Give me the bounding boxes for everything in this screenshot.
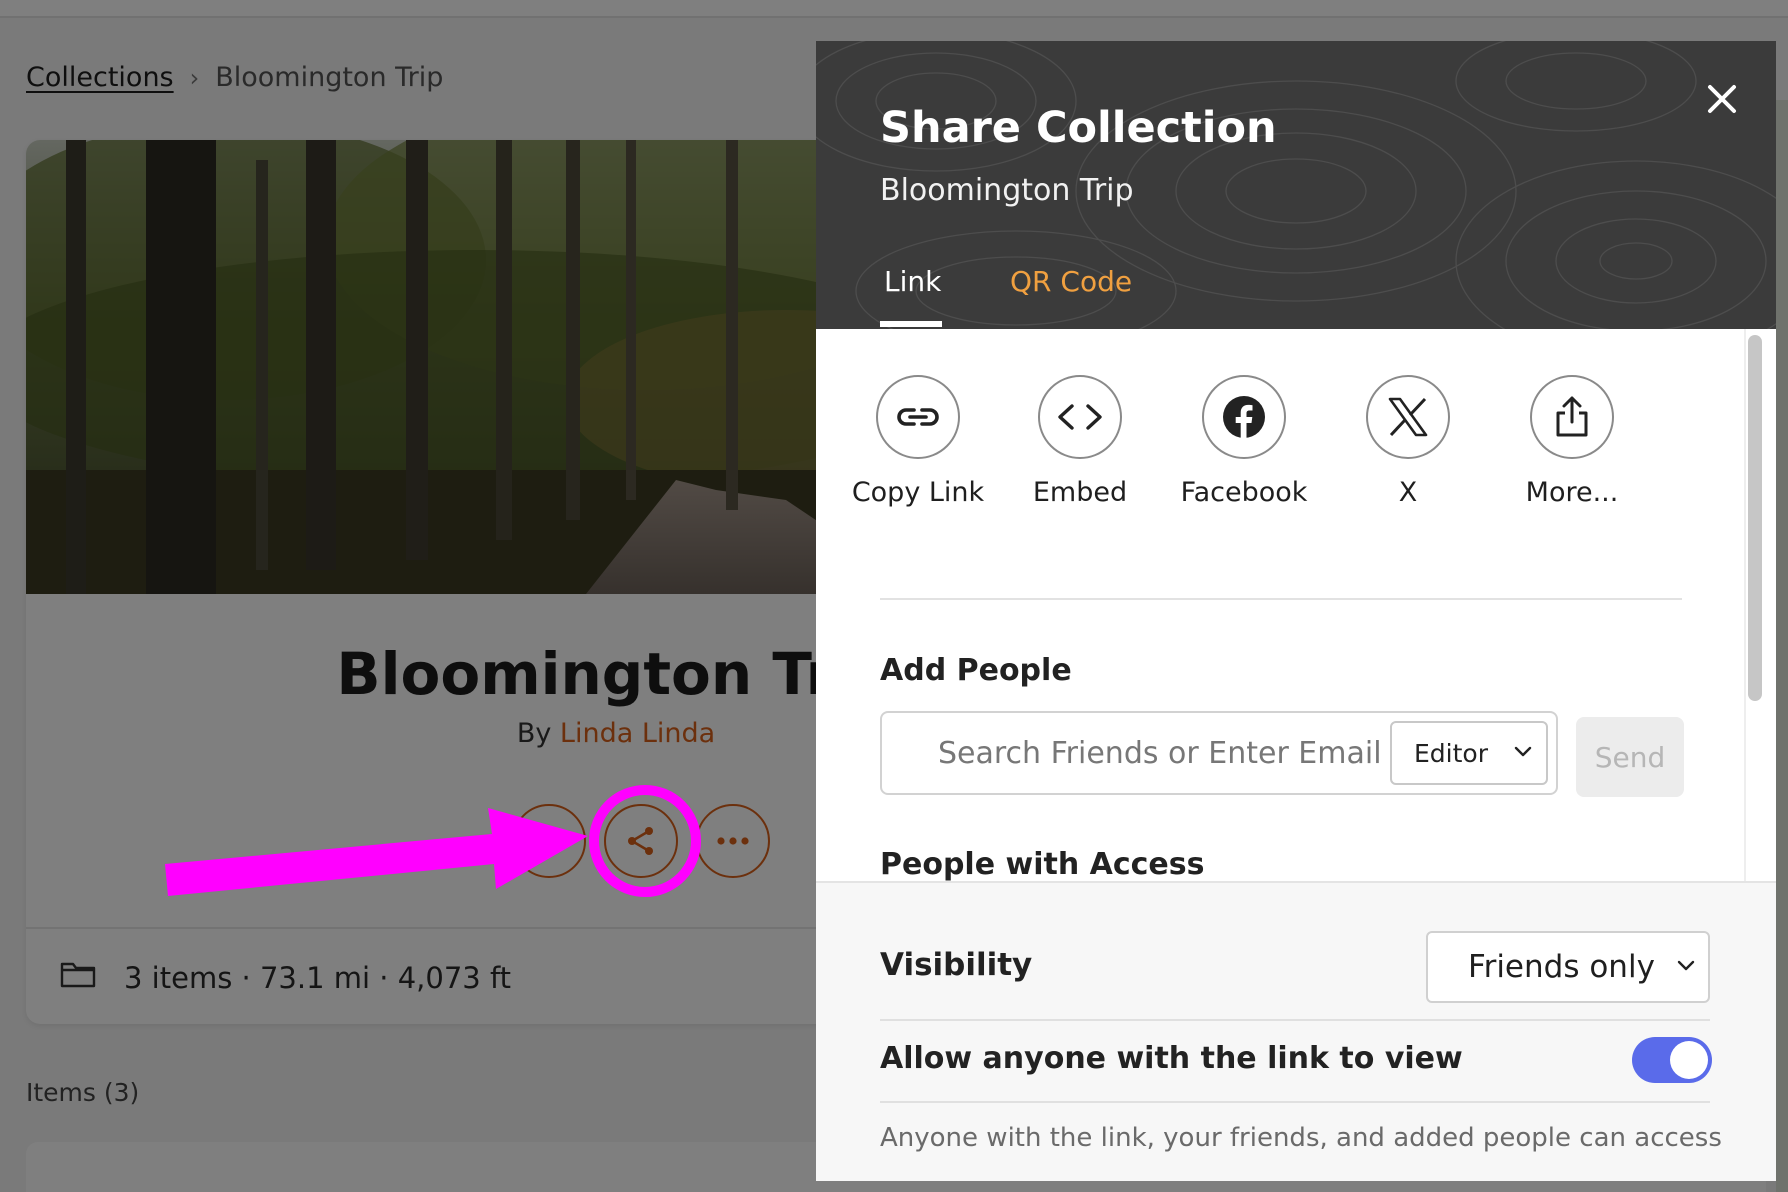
send-invite-button[interactable]: Send [1576, 717, 1684, 797]
close-icon [1708, 85, 1736, 113]
add-people-input-group: Editor [880, 711, 1558, 795]
share-options-divider [880, 598, 1682, 600]
x-option[interactable]: X [1326, 375, 1490, 508]
chevron-down-icon [1677, 960, 1695, 971]
facebook-icon [1223, 396, 1265, 439]
more-share-option[interactable]: More... [1490, 375, 1654, 508]
search-friends-input[interactable] [882, 713, 1382, 793]
embed-label: Embed [1032, 477, 1128, 508]
code-icon [1058, 404, 1102, 430]
visibility-select-value: Friends only [1468, 949, 1655, 985]
footer-divider [880, 1019, 1710, 1021]
role-select-value: Editor [1414, 738, 1488, 768]
access-note: Anyone with the link, your friends, and … [880, 1123, 1722, 1153]
x-button[interactable] [1366, 375, 1450, 459]
close-button[interactable] [1700, 77, 1744, 121]
modal-body: Copy Link Embed Facebook X More... Add P… [816, 329, 1776, 881]
allow-link-label: Allow anyone with the link to view [880, 1041, 1463, 1076]
facebook-button[interactable] [1202, 375, 1286, 459]
facebook-label: Facebook [1180, 477, 1308, 508]
allow-link-toggle[interactable] [1632, 1037, 1712, 1083]
tab-qr-code[interactable]: QR Code [1010, 265, 1132, 298]
people-with-access-heading: People with Access [880, 847, 1205, 881]
embed-option[interactable]: Embed [998, 375, 1162, 508]
add-people-heading: Add People [880, 653, 1072, 688]
copy-link-button[interactable] [876, 375, 960, 459]
chevron-down-icon [1514, 746, 1532, 757]
role-select[interactable]: Editor [1390, 721, 1548, 785]
modal-header: Share Collection Bloomington Trip Link Q… [816, 41, 1776, 329]
link-icon [897, 408, 939, 426]
modal-subtitle: Bloomington Trip [880, 173, 1134, 208]
embed-button[interactable] [1038, 375, 1122, 459]
modal-footer: Visibility Friends only Allow anyone wit… [816, 881, 1776, 1181]
modal-title: Share Collection [880, 103, 1277, 153]
tab-link[interactable]: Link [884, 265, 941, 298]
x-label: X [1398, 477, 1418, 508]
footer-divider [880, 1101, 1710, 1103]
visibility-select[interactable]: Friends only [1426, 931, 1710, 1003]
visibility-label: Visibility [880, 947, 1033, 983]
modal-scrollbar[interactable] [1748, 335, 1762, 701]
more-share-button[interactable] [1530, 375, 1614, 459]
toggle-knob [1670, 1041, 1708, 1079]
share-upload-icon [1556, 396, 1588, 437]
share-button-highlight-ring [589, 785, 701, 897]
x-logo-icon [1388, 397, 1428, 437]
active-tab-indicator [880, 321, 942, 327]
copy-link-option[interactable]: Copy Link [836, 375, 1000, 508]
more-share-label: More... [1525, 477, 1619, 508]
scroll-track [1744, 329, 1746, 881]
facebook-option[interactable]: Facebook [1162, 375, 1326, 508]
share-collection-modal: Share Collection Bloomington Trip Link Q… [816, 41, 1776, 1181]
copy-link-label: Copy Link [851, 477, 985, 508]
